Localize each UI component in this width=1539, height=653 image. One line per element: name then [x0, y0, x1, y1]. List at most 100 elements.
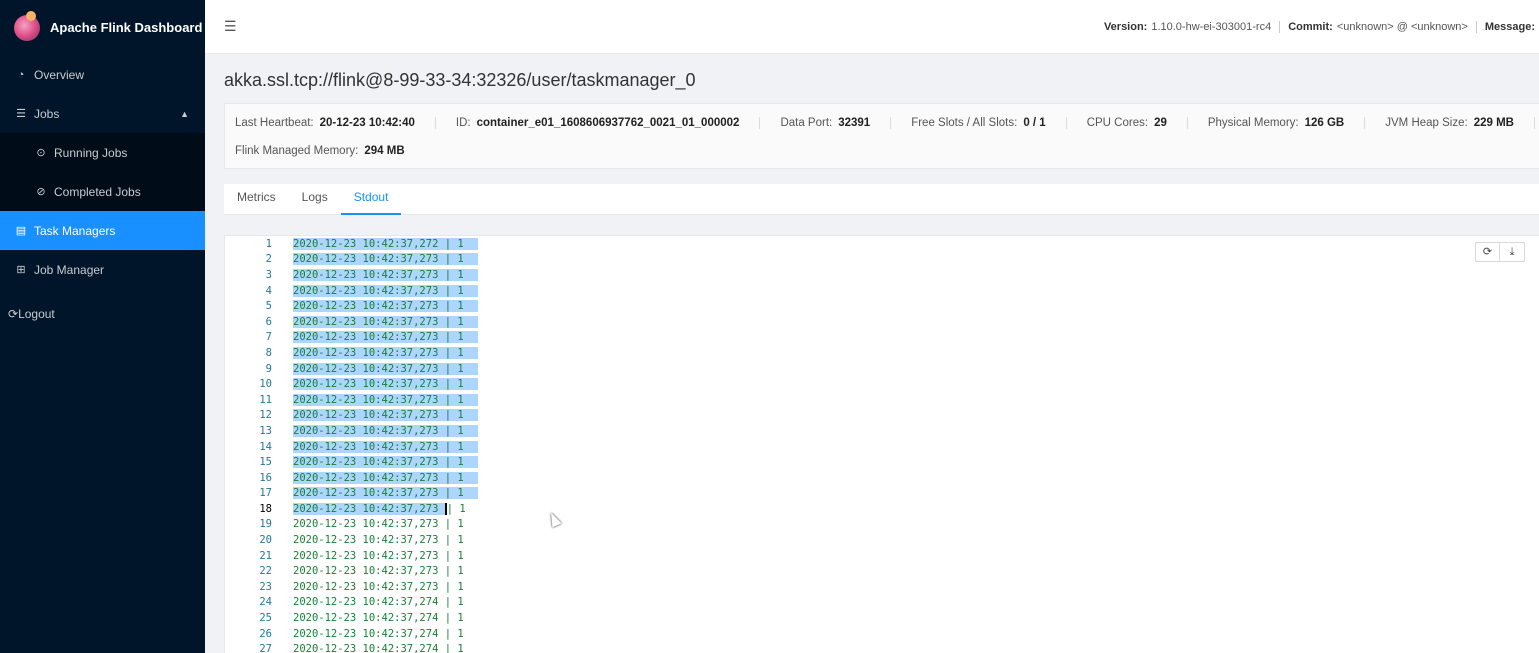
stat-item: CPU Cores: 29 [1087, 117, 1208, 129]
chevron-up-icon: ▲ [180, 108, 189, 119]
flink-logo-icon [14, 10, 40, 41]
divider [1065, 117, 1067, 129]
divider [1533, 117, 1535, 129]
code-line: 12 2020-12-23 10:42:37,273 | 1 [225, 408, 478, 424]
line-number: 3 [265, 268, 272, 281]
log-text: 2020-12-23 10:42:37,273 | 1 [293, 409, 478, 422]
code-line: 24 2020-12-23 10:42:37,274 | 1 [225, 595, 478, 611]
stat-value: 126 GB [1304, 117, 1345, 129]
sidebar-item-jobs[interactable]: ☰ Jobs ▲ [0, 94, 205, 133]
line-number: 10 [259, 378, 272, 391]
code-line: 10 2020-12-23 10:42:37,273 | 1 [225, 376, 478, 392]
stat-value: container_e01_1608606937762_0021_01_0000… [476, 117, 740, 129]
brand-title: Apache Flink Dashboard [50, 20, 203, 35]
sidebar-item-job-manager[interactable]: ⊞ Job Manager [0, 250, 205, 289]
message-label: Message: [1484, 20, 1535, 33]
stat-item: Flink Managed Memory: 294 MB [235, 145, 405, 157]
line-number: 9 [265, 362, 272, 375]
code-line: 20 2020-12-23 10:42:37,273 | 1 [225, 532, 478, 548]
code-line: 25 2020-12-23 10:42:37,274 | 1 [225, 610, 478, 626]
sidebar-item-label: Jobs [34, 106, 60, 121]
divider [1364, 117, 1366, 129]
line-number: 7 [265, 331, 272, 344]
commit-label: Commit: [1288, 20, 1333, 33]
code-line: 27 2020-12-23 10:42:37,274 | 1 [225, 641, 478, 653]
dashboard-icon: ◔ [17, 68, 25, 81]
build-icon: ⊞ [16, 264, 26, 276]
line-number: 14 [259, 440, 272, 453]
reload-icon[interactable]: ⟳ [1475, 242, 1500, 262]
line-number: 16 [259, 471, 272, 484]
sidebar-item-completed-jobs[interactable]: ⊘ Completed Jobs [0, 172, 205, 211]
play-circle-icon: ⊙ [36, 147, 46, 159]
line-number: 1 [265, 237, 272, 250]
stat-item: JVM Heap Size: 229 MB [1385, 117, 1539, 129]
schedule-icon: ▤ [15, 225, 27, 237]
code-line: 26 2020-12-23 10:42:37,274 | 1 [225, 626, 478, 642]
log-text: 2020-12-23 10:42:37,273 | 1 [293, 518, 464, 531]
stats-row: Last Heartbeat: 20-12-23 10:42:40 ID: conta… [235, 114, 1539, 132]
version-info: Version: 1.10.0-hw-ei-303001-rc4 Commit:… [1104, 20, 1539, 33]
stat-label: JVM Heap Size: [1385, 117, 1468, 129]
line-number: 26 [259, 627, 272, 640]
line-number: 17 [259, 487, 272, 500]
code-line: 5 2020-12-23 10:42:37,273 | 1 [225, 298, 478, 314]
divider [890, 117, 892, 129]
line-number: 25 [259, 612, 272, 625]
line-number: 21 [259, 549, 272, 562]
divider [1186, 117, 1188, 129]
code-line: 13 2020-12-23 10:42:37,273 | 1 [225, 423, 478, 439]
stat-item: ID: container_e01_1608606937762_0021_01_0… [456, 117, 781, 129]
sidebar-item-label: Running Jobs [54, 145, 128, 160]
divider [1475, 20, 1477, 33]
log-text: 2020-12-23 10:42:37,273 | 1 [293, 268, 478, 281]
sidebar-item-label: Task Managers [34, 223, 116, 238]
log-text: 2020-12-23 10:42:37,273 | 1 [293, 565, 464, 578]
log-text: 2020-12-23 10:42:37,272 | 1 [293, 237, 478, 250]
tab-logs[interactable]: Logs [289, 184, 341, 215]
sidebar-item-task-managers[interactable]: ▤ Task Managers [0, 211, 205, 250]
stat-label: Free Slots / All Slots: [911, 117, 1018, 129]
log-text: 2020-12-23 10:42:37,273 | 1 [293, 487, 478, 500]
line-number: 5 [265, 300, 272, 313]
stat-item: Physical Memory: 126 GB [1208, 117, 1385, 129]
page-title: akka.ssl.tcp://flink@8-99-33-34:32326/us… [224, 70, 696, 90]
line-number: 2 [265, 253, 272, 266]
log-text: 2020-12-23 10:42:37,273 | 1 [293, 378, 478, 391]
log-text: 2020-12-23 10:42:37,273 | 1 [293, 502, 466, 515]
stat-label: Data Port: [780, 117, 833, 129]
line-number: 22 [259, 565, 272, 578]
line-number: 4 [265, 284, 272, 297]
sidebar-item-running-jobs[interactable]: ⊙ Running Jobs [0, 133, 205, 172]
logout-link[interactable]: ⟳ Logout [0, 294, 205, 334]
log-text: 2020-12-23 10:42:37,273 | 1 [293, 549, 464, 562]
log-text: 2020-12-23 10:42:37,273 | 1 [293, 471, 478, 484]
taskmanager-stats: Last Heartbeat: 20-12-23 10:42:40 ID: conta… [224, 103, 1539, 169]
log-text: 2020-12-23 10:42:37,273 | 1 [293, 534, 464, 547]
jobs-submenu: ⊙ Running Jobs ⊘ Completed Jobs [0, 133, 205, 211]
code-line: 9 2020-12-23 10:42:37,273 | 1 [225, 361, 478, 377]
code-line: 2 2020-12-23 10:42:37,273 | 1 [225, 252, 478, 268]
log-text: 2020-12-23 10:42:37,274 | 1 [293, 643, 464, 653]
stat-value: 0 / 1 [1023, 117, 1046, 129]
sidebar-item-overview[interactable]: ◔ Overview [0, 55, 205, 94]
stat-label: CPU Cores: [1086, 117, 1149, 129]
code-line: 16 2020-12-23 10:42:37,273 | 1 [225, 470, 478, 486]
menu-fold-icon[interactable]: ☰ [224, 18, 240, 35]
log-text: 2020-12-23 10:42:37,273 | 1 [293, 424, 478, 437]
tab-metrics[interactable]: Metrics [224, 184, 289, 215]
sidebar: Apache Flink Dashboard ◔ Overview ☰ Jobs… [0, 0, 205, 653]
brand[interactable]: Apache Flink Dashboard [0, 0, 205, 55]
stat-label: Flink Managed Memory: [235, 145, 359, 157]
logout-label: Logout [18, 307, 55, 321]
download-icon[interactable]: ⤓ [1500, 242, 1525, 262]
log-text: 2020-12-23 10:42:37,273 | 1 [293, 362, 478, 375]
stdout-editor[interactable]: 1 2020-12-23 10:42:37,272 | 1 2 2020-12-23 … [224, 235, 1539, 653]
log-text: 2020-12-23 10:42:37,274 | 1 [293, 596, 464, 609]
log-text: 2020-12-23 10:42:37,274 | 1 [293, 627, 464, 640]
sidebar-item-label: Completed Jobs [54, 184, 141, 199]
stat-value: 229 MB [1473, 117, 1514, 129]
tab-stdout[interactable]: Stdout [340, 184, 402, 215]
stat-value: 32391 [838, 117, 871, 129]
line-number: 23 [259, 580, 272, 593]
